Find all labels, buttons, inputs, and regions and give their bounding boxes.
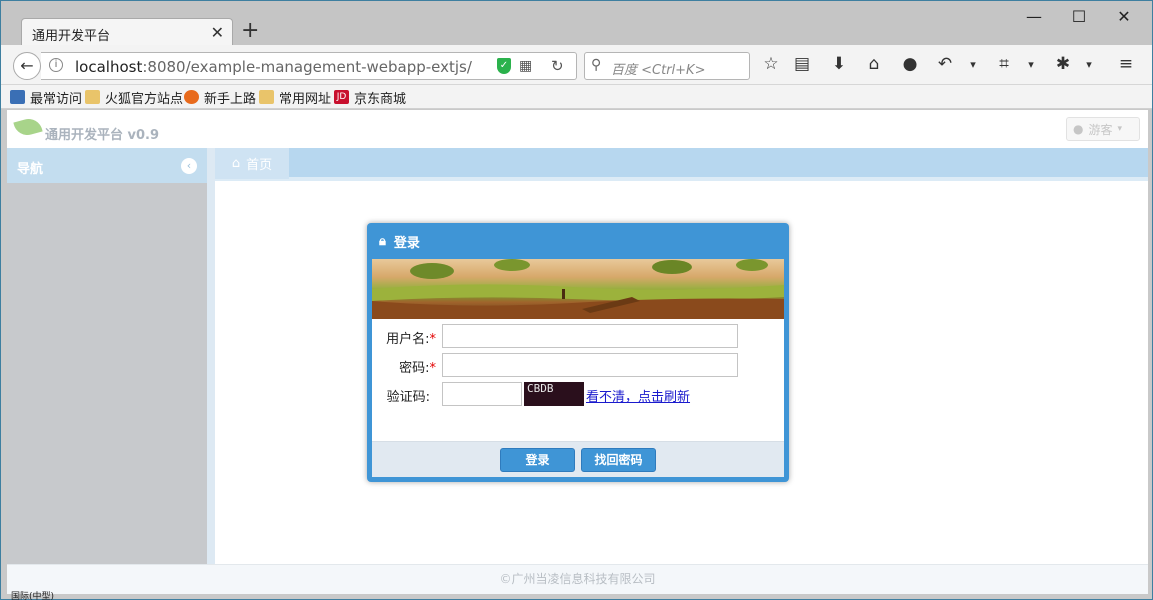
app-header: 通用开发平台 v0.9 ● 游客 ▾ [7,110,1148,148]
bookmark-label: 最常访问 [30,91,83,107]
bug-icon[interactable]: ✱ [1051,54,1075,74]
password-field[interactable] [442,353,738,377]
tree-shape [410,263,454,279]
shield-icon[interactable]: ✓ [497,58,511,74]
info-icon[interactable]: i [49,58,63,72]
tree-shape [652,260,692,274]
bookmark-item[interactable]: 火狐官方站点 [85,88,184,107]
refresh-captcha-link[interactable]: 看不清，点击刷新 [586,386,690,405]
folder-icon [85,90,100,104]
download-icon[interactable]: ⬇ [827,54,851,74]
navigation-panel: 导航 ‹ [7,148,207,564]
search-placeholder: 百度 <Ctrl+K> [611,63,706,78]
home-icon: ⌂ [231,156,241,171]
login-dialog-title: 登录 [393,235,420,251]
captcha-label: 验证码: [386,390,430,405]
cliff-shape [372,298,784,319]
url-bar[interactable]: i localhost:8080/example-management-weba… [41,52,577,80]
chat-icon[interactable]: ● [898,54,922,74]
new-tab-icon[interactable]: + [241,20,259,42]
navigation-header: 导航 ‹ [7,148,207,183]
collapse-icon[interactable]: ‹ [181,158,197,174]
floating-island-illustration [372,259,784,319]
reload-icon[interactable]: ↻ [551,57,564,75]
user-name: 游客 [1088,122,1113,137]
jd-icon: JD [334,90,349,104]
menu-icon[interactable]: ≡ [1114,54,1138,74]
username-row: 用户名:* [372,324,784,348]
browser-window: 通用开发平台 ✕ + — ☐ ✕ i localhost:8080/exampl… [0,0,1153,600]
chevron-down-icon[interactable]: ▾ [961,58,985,71]
url-host: localhost [75,58,143,76]
status-bar-text: 国际(中型) [11,592,55,600]
user-menu-button[interactable]: ● 游客 ▾ [1066,117,1140,141]
bookmark-item[interactable]: 最常访问 [10,88,83,107]
lock-icon: 🔒︎ [379,233,386,249]
main-tab-bar: ⌂ 首页 [215,148,1148,181]
captcha-image[interactable]: CBDB [524,382,584,406]
browser-toolbar: i localhost:8080/example-management-weba… [1,45,1152,85]
chevron-down-icon[interactable]: ▾ [1077,58,1101,71]
figure-shape [562,289,565,299]
tree-shape [736,259,768,271]
undo-icon[interactable]: ↶ [933,54,957,74]
captcha-field[interactable] [442,382,522,406]
username-label: 用户名:* [386,332,436,347]
recover-password-button[interactable]: 找回密码 [581,448,656,472]
app-title: 通用开发平台 v0.9 [45,128,160,143]
reader-icon[interactable]: ▤ [790,54,814,74]
password-row: 密码:* [372,353,784,377]
username-field[interactable] [442,324,738,348]
bookmark-item[interactable]: 常用网址 [259,88,332,107]
qr-code-icon[interactable]: ▦ [519,58,532,74]
login-dialog-footer: 登录 找回密码 [372,441,784,477]
password-label: 密码:* [399,361,436,376]
minimize-icon[interactable]: — [1019,7,1049,26]
search-input[interactable]: ⚲ 百度 <Ctrl+K> [584,52,750,80]
url-path: :8080/example-management-webapp-extjs/ [142,58,472,76]
back-button[interactable]: ← [13,52,41,80]
firefox-icon [184,90,199,104]
chevron-down-icon: ▾ [1117,124,1123,134]
tab-home-label: 首页 [246,158,273,173]
user-icon: ● [1073,122,1084,136]
login-dialog-body: 用户名:* 密码:* 验证码: CBDB 看不清，点击刷新 登录 找回密码 [372,259,784,477]
bookmark-item[interactable]: 新手上路 [184,88,257,107]
tab-strip: 通用开发平台 ✕ + — ☐ ✕ [1,1,1152,46]
login-dialog: 🔒︎ 登录 用户名:* 密码:* 验证码: CBDB 看不清，点击刷新 登录 找… [367,223,789,482]
login-button[interactable]: 登录 [500,448,575,472]
panel-splitter[interactable] [207,148,215,564]
bookmark-item[interactable]: JD 京东商城 [334,88,407,107]
login-banner-image [372,259,784,319]
star-icon[interactable]: ☆ [759,54,783,74]
search-icon: ⚲ [591,57,602,73]
bookmarks-bar: 最常访问 火狐官方站点 新手上路 常用网址 JD 京东商城 [1,85,1152,109]
bookmark-label: 新手上路 [204,91,257,107]
folder-icon [259,90,274,104]
chevron-down-icon[interactable]: ▾ [1019,58,1043,71]
home-icon[interactable]: ⌂ [862,54,886,74]
bookmark-label: 火狐官方站点 [105,91,184,107]
most-visited-icon [10,90,25,104]
url-text[interactable]: localhost:8080/example-management-webapp… [75,58,472,76]
browser-tab-title: 通用开发平台 [32,29,111,44]
bookmark-label: 京东商城 [354,91,407,107]
tab-home[interactable]: ⌂ 首页 [215,148,289,179]
arrow-left-icon: ← [20,56,34,75]
tree-shape [494,259,530,271]
maximize-icon[interactable]: ☐ [1064,7,1094,26]
crop-icon[interactable]: ⌗ [992,54,1016,74]
footer: ©广州当凌信息科技有限公司 [7,564,1148,594]
captcha-row: 验证码: CBDB 看不清，点击刷新 [372,382,784,406]
browser-tab[interactable]: 通用开发平台 ✕ [21,18,233,46]
navigation-title: 导航 [17,162,44,177]
login-dialog-header[interactable]: 🔒︎ 登录 [367,223,789,259]
bookmark-label: 常用网址 [279,91,332,107]
leaf-logo-icon [13,115,43,139]
close-window-icon[interactable]: ✕ [1109,7,1139,26]
close-tab-icon[interactable]: ✕ [211,23,224,42]
